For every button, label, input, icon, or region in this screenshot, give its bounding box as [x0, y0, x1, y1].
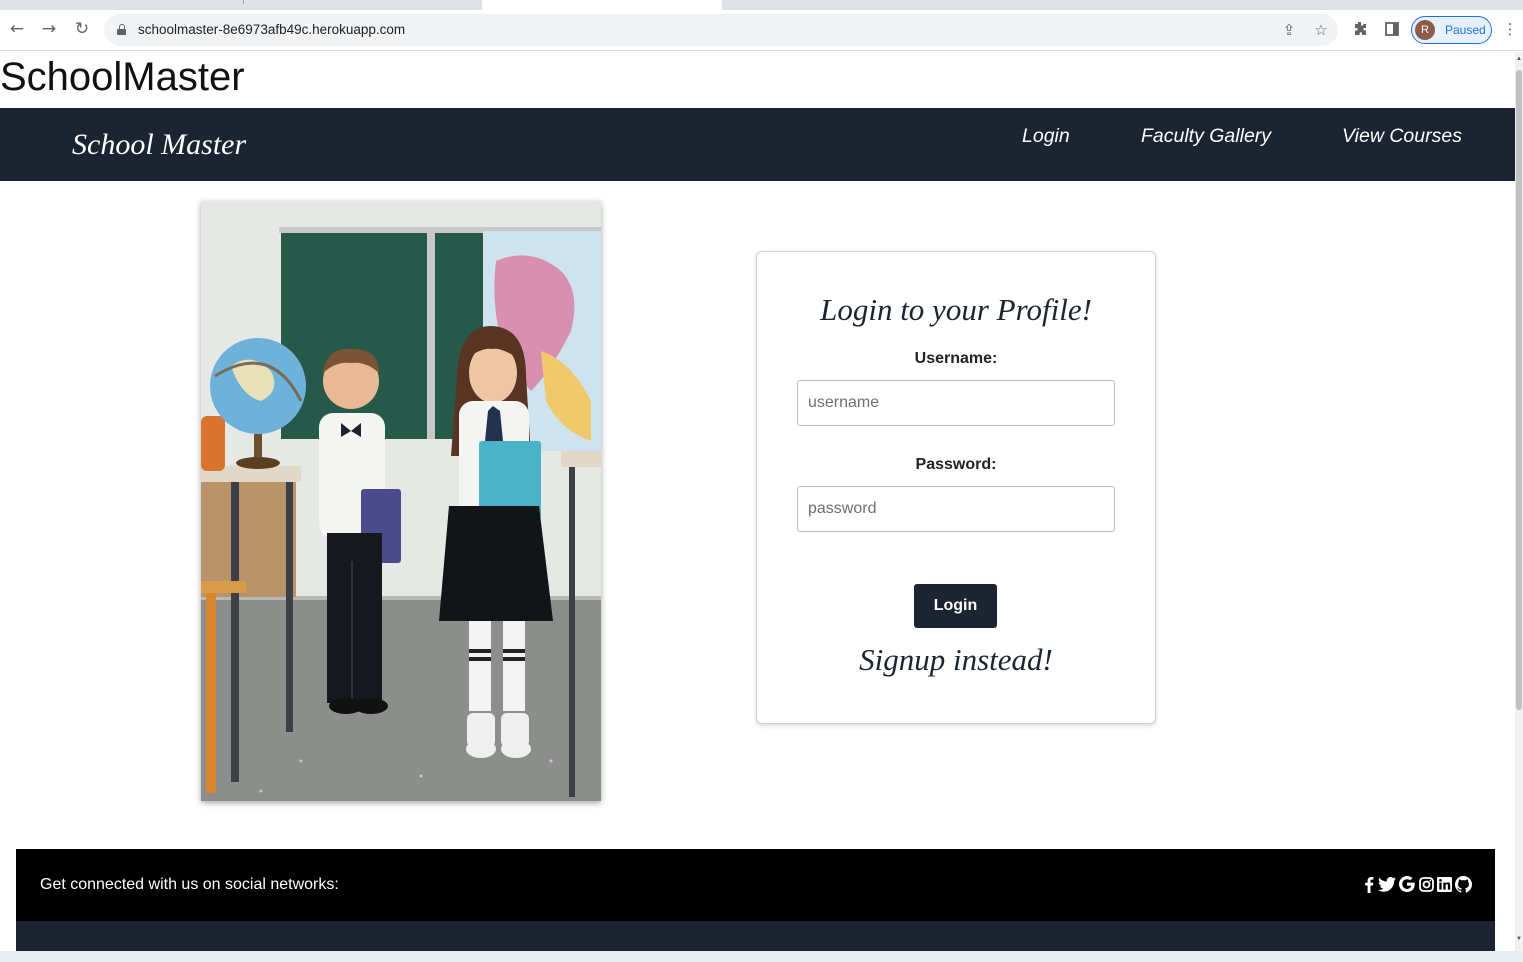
profile-button[interactable]: R Paused: [1411, 16, 1492, 44]
side-panel-icon[interactable]: [1382, 19, 1402, 39]
footer: Get connected with us on social networks…: [16, 849, 1495, 962]
github-icon[interactable]: [1454, 874, 1472, 894]
twitter-icon[interactable]: [1377, 874, 1397, 894]
instagram-icon[interactable]: [1418, 874, 1434, 894]
nav-link-login[interactable]: Login: [1022, 125, 1070, 148]
page-viewport: SchoolMaster School Master Login Faculty…: [0, 52, 1515, 962]
classroom-photo: [201, 201, 601, 801]
extensions-icon[interactable]: [1350, 19, 1370, 39]
site-heading: SchoolMaster: [0, 55, 245, 99]
facebook-icon[interactable]: [1363, 874, 1375, 894]
signup-link[interactable]: Signup instead!: [757, 642, 1155, 678]
back-icon[interactable]: ←: [6, 18, 28, 40]
login-button[interactable]: Login: [914, 584, 997, 628]
scroll-up-arrow-icon[interactable]: ▲: [1516, 56, 1522, 62]
bookmark-star-icon[interactable]: ☆: [1312, 21, 1330, 39]
profile-status: Paused: [1445, 23, 1486, 37]
username-label: Username:: [914, 350, 998, 367]
login-card-title: Login to your Profile!: [820, 292, 1092, 327]
page-scrollbar[interactable]: ▲ ▼: [1515, 52, 1523, 962]
browser-tabstrip: [0, 0, 1523, 10]
scroll-down-arrow-icon[interactable]: ▼: [1516, 936, 1522, 942]
password-label: Password:: [915, 456, 997, 473]
username-input[interactable]: [797, 380, 1115, 426]
forward-icon[interactable]: →: [38, 18, 60, 40]
linkedin-icon[interactable]: [1436, 874, 1452, 894]
url-text[interactable]: schoolmaster-8e6973afb49c.herokuapp.com: [138, 22, 405, 37]
footer-social-text: Get connected with us on social networks…: [40, 876, 339, 893]
nav-link-faculty-gallery[interactable]: Faculty Gallery: [1141, 125, 1271, 148]
navbar-brand[interactable]: School Master: [72, 128, 246, 162]
login-card: Login to your Profile! Username: Passwor…: [756, 251, 1156, 724]
scrollbar-thumb[interactable]: [1516, 70, 1522, 710]
os-taskbar-edge: [0, 951, 1523, 962]
tab-divider: [243, 0, 244, 4]
active-tab[interactable]: [482, 0, 722, 10]
share-icon[interactable]: ⇪: [1280, 21, 1298, 39]
navbar: School Master Login Faculty Gallery View…: [0, 108, 1515, 181]
footer-social-bar: Get connected with us on social networks…: [16, 849, 1495, 921]
browser-toolbar: ← → ↻ schoolmaster-8e6973afb49c.herokuap…: [0, 10, 1523, 51]
lock-icon[interactable]: [117, 24, 126, 35]
nav-link-view-courses[interactable]: View Courses: [1342, 125, 1462, 148]
password-input[interactable]: [797, 486, 1115, 532]
reload-icon[interactable]: ↻: [71, 18, 93, 40]
google-icon[interactable]: [1398, 874, 1416, 894]
browser-menu-icon[interactable]: ⋮: [1500, 19, 1520, 39]
address-bar[interactable]: schoolmaster-8e6973afb49c.herokuapp.com …: [104, 14, 1338, 46]
avatar: R: [1415, 20, 1435, 40]
